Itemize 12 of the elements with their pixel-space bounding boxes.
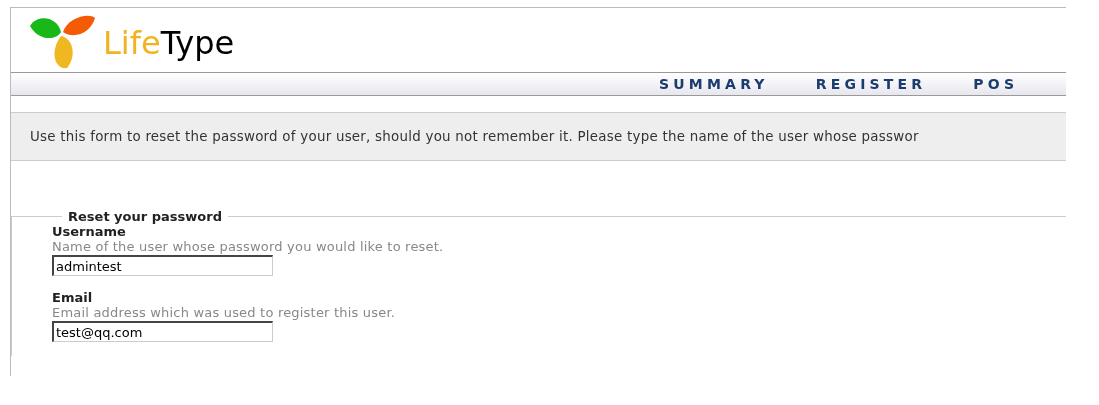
info-text: Use this form to reset the password of your user, should you not remember it. Please type the name of the user whose passwor [30,129,919,144]
field-label: Username [52,224,127,239]
nav-link[interactable]: REGISTER [815,76,927,92]
input-field[interactable]: admintest [52,255,273,276]
field-label: Email [52,290,94,305]
field-help-text: Email address which was used to register this user. [52,305,397,320]
input-field[interactable]: test@qq.com [52,321,273,342]
nav-link[interactable]: POS [973,76,1019,92]
field-help-text: Name of the user whose password you would like to reset. [52,239,445,254]
nav-link[interactable]: SUMMARY [659,76,769,92]
logo-text: LifeType [103,24,235,62]
fieldset-legend: Reset your password [62,209,228,224]
